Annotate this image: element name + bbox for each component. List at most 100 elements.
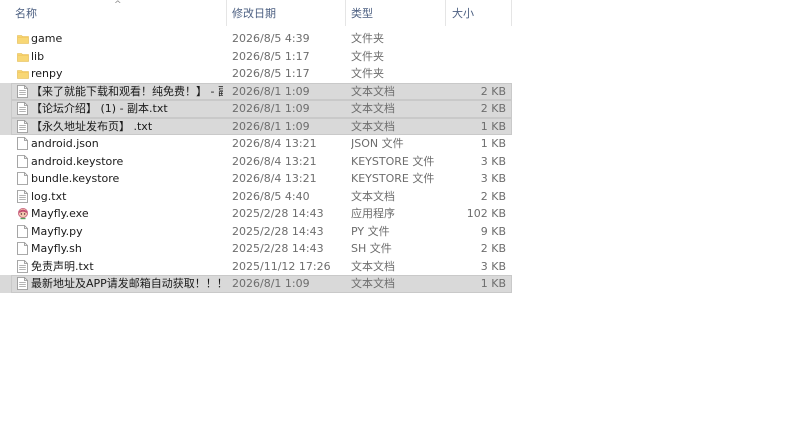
text-file-icon xyxy=(17,119,28,133)
file-name: 免责声明.txt xyxy=(31,259,94,273)
column-divider[interactable] xyxy=(345,0,346,26)
file-size: 2 KB xyxy=(480,102,506,115)
file-modified-date: 2026/8/1 1:09 xyxy=(232,84,310,98)
column-header-date[interactable]: 修改日期 xyxy=(232,0,276,26)
file-row[interactable]: 免责声明.txt 2025/11/12 17:26 文本文档 3 KB xyxy=(0,258,512,276)
folder-icon xyxy=(17,68,29,81)
file-size xyxy=(447,30,506,48)
file-name: 【永久地址发布页】 .txt xyxy=(31,119,153,133)
file-size: 102 KB xyxy=(466,207,506,220)
file-size: 3 KB xyxy=(480,154,506,168)
file-row[interactable]: log.txt 2026/8/5 4:40 文本文档 2 KB xyxy=(0,188,512,206)
file-modified-date: 2025/11/12 17:26 xyxy=(232,259,331,273)
file-type: 文本文档 xyxy=(351,259,395,273)
file-name: 最新地址及APP请发邮箱自动获取！！！... xyxy=(31,277,223,290)
column-header-size[interactable]: 大小 xyxy=(452,0,474,26)
file-row[interactable]: 【来了就能下载和观看！纯免费！】 - 副... 2026/8/1 1:09 文本文档… xyxy=(0,82,512,100)
text-file-icon xyxy=(17,189,28,203)
file-row[interactable]: Mayfly.sh 2025/2/28 14:43 SH 文件 2 KB xyxy=(0,240,512,258)
blank-file-icon xyxy=(17,224,28,238)
blank-file-icon xyxy=(17,172,28,185)
file-name: Mayfly.exe xyxy=(31,207,89,220)
file-row[interactable]: game 2026/8/5 4:39 文件夹 xyxy=(0,30,512,48)
file-type: 文本文档 xyxy=(351,84,395,98)
column-header-type[interactable]: 类型 xyxy=(351,0,373,26)
file-type: 文本文档 xyxy=(351,119,395,133)
file-type: JSON 文件 xyxy=(351,137,404,150)
folder-icon xyxy=(17,33,29,46)
file-name: 【来了就能下载和观看！纯免费！】 - 副... xyxy=(31,84,223,98)
file-type: 文本文档 xyxy=(351,277,395,290)
file-name: bundle.keystore xyxy=(31,172,120,185)
file-row[interactable]: bundle.keystore 2026/8/4 13:21 KEYSTORE 文件… xyxy=(0,170,512,188)
file-modified-date: 2025/2/28 14:43 xyxy=(232,224,324,238)
folder-icon xyxy=(17,51,29,64)
file-name: game xyxy=(31,32,63,45)
file-name: lib xyxy=(31,49,45,63)
file-type: KEYSTORE 文件 xyxy=(351,172,435,185)
file-row[interactable]: 最新地址及APP请发邮箱自动获取！！！... 2026/8/1 1:09 文本文档 1… xyxy=(0,275,512,293)
app-exe-icon xyxy=(17,207,28,220)
file-size: 9 KB xyxy=(480,224,506,238)
file-modified-date: 2026/8/4 13:21 xyxy=(232,154,317,168)
column-divider[interactable] xyxy=(511,0,512,26)
file-type: 应用程序 xyxy=(351,207,395,220)
file-row[interactable]: 【论坛介绍】 (1) - 副本.txt 2026/8/1 1:09 文本文档 2 KB xyxy=(0,100,512,118)
file-modified-date: 2025/2/28 14:43 xyxy=(232,242,324,255)
file-modified-date: 2026/8/1 1:09 xyxy=(232,119,310,133)
file-size: 1 KB xyxy=(480,119,506,133)
file-row[interactable]: lib 2026/8/5 1:17 文件夹 xyxy=(0,48,512,66)
file-size xyxy=(447,48,506,66)
column-header-bar: 名称 ^ 修改日期 类型 大小 xyxy=(0,0,512,26)
file-size: 2 KB xyxy=(480,242,506,255)
file-name: renpy xyxy=(31,67,63,80)
file-type: SH 文件 xyxy=(351,242,392,255)
file-type: KEYSTORE 文件 xyxy=(351,154,435,168)
file-size: 2 KB xyxy=(480,189,506,203)
file-type: 文本文档 xyxy=(351,189,395,203)
blank-file-icon xyxy=(17,137,28,150)
file-name: Mayfly.sh xyxy=(31,242,82,255)
file-name: android.keystore xyxy=(31,154,124,168)
text-file-icon xyxy=(17,102,28,115)
file-size: 2 KB xyxy=(480,84,506,98)
file-type: 文件夹 xyxy=(351,67,384,80)
file-type: 文件夹 xyxy=(351,49,384,63)
file-modified-date: 2026/8/5 4:39 xyxy=(232,32,310,45)
file-row[interactable]: 【永久地址发布页】 .txt 2026/8/1 1:09 文本文档 1 KB xyxy=(0,117,512,135)
file-modified-date: 2026/8/5 1:17 xyxy=(232,49,310,63)
file-size: 1 KB xyxy=(480,137,506,150)
sort-ascending-icon: ^ xyxy=(114,0,122,10)
file-modified-date: 2025/2/28 14:43 xyxy=(232,207,324,220)
file-modified-date: 2026/8/4 13:21 xyxy=(232,172,317,185)
file-type: 文本文档 xyxy=(351,102,395,115)
file-modified-date: 2026/8/4 13:21 xyxy=(232,137,317,150)
file-row[interactable]: Mayfly.exe 2025/2/28 14:43 应用程序 102 KB xyxy=(0,205,512,223)
file-row[interactable]: android.json 2026/8/4 13:21 JSON 文件 1 KB xyxy=(0,135,512,153)
blank-file-icon xyxy=(17,242,28,255)
file-list: game 2026/8/5 4:39 文件夹 lib 2026/8/5 1:17 文件夹 r… xyxy=(0,30,512,293)
column-header-name[interactable]: 名称 xyxy=(15,0,37,26)
text-file-icon xyxy=(17,259,28,273)
blank-file-icon xyxy=(17,154,28,168)
file-modified-date: 2026/8/1 1:09 xyxy=(232,102,310,115)
file-modified-date: 2026/8/1 1:09 xyxy=(232,277,310,290)
file-row[interactable]: android.keystore 2026/8/4 13:21 KEYSTORE 文… xyxy=(0,153,512,171)
text-file-icon xyxy=(17,277,28,290)
file-row[interactable]: renpy 2026/8/5 1:17 文件夹 xyxy=(0,65,512,83)
column-divider[interactable] xyxy=(445,0,446,26)
file-type: 文件夹 xyxy=(351,32,384,45)
file-type: PY 文件 xyxy=(351,224,390,238)
file-size xyxy=(447,65,506,83)
file-name: Mayfly.py xyxy=(31,224,83,238)
file-size: 3 KB xyxy=(480,259,506,273)
column-divider[interactable] xyxy=(226,0,227,26)
file-name: log.txt xyxy=(31,189,67,203)
text-file-icon xyxy=(17,84,28,98)
file-name: android.json xyxy=(31,137,99,150)
file-modified-date: 2026/8/5 1:17 xyxy=(232,67,310,80)
file-row[interactable]: Mayfly.py 2025/2/28 14:43 PY 文件 9 KB xyxy=(0,223,512,241)
file-modified-date: 2026/8/5 4:40 xyxy=(232,189,310,203)
file-name: 【论坛介绍】 (1) - 副本.txt xyxy=(31,102,168,115)
file-size: 3 KB xyxy=(480,172,506,185)
